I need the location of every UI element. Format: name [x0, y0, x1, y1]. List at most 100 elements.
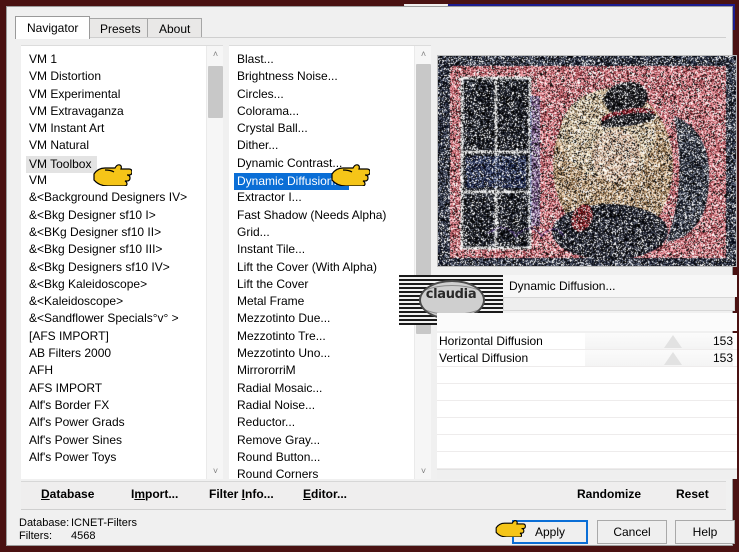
category-item[interactable]: AFS IMPORT — [26, 380, 205, 397]
filter-item[interactable]: Metal Frame — [234, 293, 413, 310]
category-item[interactable]: VM Experimental — [26, 86, 205, 103]
filter-item[interactable]: Dynamic Contrast... — [234, 155, 413, 172]
category-item[interactable]: Alf's Power Sines — [26, 432, 205, 449]
filter-item[interactable]: Crystal Ball... — [234, 120, 413, 137]
parameter-row[interactable]: Horizontal Diffusion 153 — [437, 333, 737, 350]
filter-list-scrollbar[interactable]: ˄ ˅ — [414, 46, 431, 479]
filter-item[interactable]: Circles... — [234, 86, 413, 103]
filter-item[interactable]: Radial Mosaic... — [234, 380, 413, 397]
filter-item[interactable]: Grid... — [234, 224, 413, 241]
status-database-key: Database: — [19, 517, 71, 529]
category-item[interactable]: AFH — [26, 362, 205, 379]
filter-list-items[interactable]: Blast... Brightness Noise... Circles... Col… — [229, 46, 413, 479]
scroll-up-icon[interactable]: ˄ — [415, 46, 431, 63]
application-window: Filters Unlimited 2.0 Navigator Presets … — [0, 0, 739, 552]
editor-button[interactable]: Editor... — [303, 487, 347, 501]
status-database-row: Database: ICNET-Filters — [19, 517, 137, 529]
scroll-up-icon[interactable]: ˄ — [207, 46, 223, 63]
filter-item[interactable]: Radial Noise... — [234, 397, 413, 414]
filter-item[interactable]: Mezzotinto Tre... — [234, 328, 413, 345]
tab-navigator[interactable]: Navigator — [15, 16, 90, 39]
parameter-slider-track[interactable] — [585, 350, 733, 366]
category-item[interactable]: Alf's Power Toys — [26, 449, 205, 466]
category-item[interactable]: VM Extravaganza — [26, 103, 205, 120]
import-label: port... — [145, 487, 178, 501]
cancel-button[interactable]: Cancel — [597, 520, 667, 544]
parameter-rows[interactable]: Horizontal Diffusion 153 Vertical Diffusio… — [437, 333, 737, 477]
filter-item[interactable]: MirrororriM — [234, 362, 413, 379]
category-item[interactable]: VM Toolbox — [26, 156, 97, 173]
filter-item[interactable]: Fast Shadow (Needs Alpha) — [234, 207, 413, 224]
watermark-text: claudia — [399, 287, 503, 302]
filter-item[interactable]: Dynamic Diffusion... — [234, 173, 349, 190]
category-item[interactable]: &<BKg Designer sf10 II> — [26, 224, 205, 241]
randomize-button[interactable]: Randomize — [577, 487, 641, 501]
parameter-row-empty — [437, 452, 737, 469]
filter-item[interactable]: Round Button... — [234, 449, 413, 466]
filter-item[interactable]: Dither... — [234, 137, 413, 154]
filter-info-button[interactable]: Filter Info... — [209, 487, 274, 501]
category-item[interactable]: &<Bkg Designers sf10 IV> — [26, 259, 205, 276]
filter-info-label: nfo... — [245, 487, 274, 501]
tab-presets[interactable]: Presets — [88, 18, 153, 38]
parameter-row-empty — [437, 435, 737, 452]
category-item[interactable]: AB Filters 2000 — [26, 345, 205, 362]
tab-underline — [15, 37, 726, 38]
filter-item[interactable]: Brightness Noise... — [234, 68, 413, 85]
scroll-down-icon[interactable]: ˅ — [207, 463, 223, 479]
scrollbar-thumb[interactable] — [208, 66, 223, 118]
parameter-preset-slot[interactable] — [503, 297, 735, 311]
filter-item[interactable]: Lift the Cover — [234, 276, 413, 293]
filter-item[interactable]: Mezzotinto Due... — [234, 310, 413, 327]
filter-item[interactable]: Instant Tile... — [234, 241, 413, 258]
parameter-row-empty — [437, 401, 737, 418]
category-list[interactable]: VM 1 VM Distortion VM Experimental VM Extra… — [21, 45, 223, 479]
filter-item[interactable]: Reductor... — [234, 414, 413, 431]
parameter-header: Dynamic Diffusion... — [503, 275, 737, 297]
category-item[interactable]: &<Bkg Kaleidoscope> — [26, 276, 205, 293]
tab-about[interactable]: About — [147, 18, 202, 38]
category-item[interactable]: &<Bkg Designer sf10 III> — [26, 241, 205, 258]
category-item[interactable]: VM — [26, 172, 205, 189]
parameter-slider-thumb[interactable] — [664, 352, 682, 365]
category-item[interactable]: Alf's Border FX — [26, 397, 205, 414]
scroll-down-icon[interactable]: ˅ — [415, 463, 431, 479]
parameter-slider-track[interactable] — [585, 333, 733, 349]
category-item[interactable]: &<Sandflower Specials°v° > — [26, 310, 205, 327]
category-item[interactable]: [AFS IMPORT] — [26, 328, 205, 345]
category-item[interactable]: VM Natural — [26, 137, 205, 154]
parameter-slider-thumb[interactable] — [664, 335, 682, 348]
filter-item[interactable]: Lift the Cover (With Alpha) — [234, 259, 413, 276]
category-list-items[interactable]: VM 1 VM Distortion VM Experimental VM Extra… — [21, 46, 205, 479]
filter-item[interactable]: Blast... — [234, 51, 413, 68]
category-item[interactable]: VM 1 — [26, 51, 205, 68]
database-button[interactable]: Database — [41, 487, 94, 501]
status-filters-value: 4568 — [71, 530, 95, 542]
preview-canvas[interactable] — [438, 56, 737, 267]
filter-item[interactable]: Colorama... — [234, 103, 413, 120]
category-item[interactable]: &<Kaleidoscope> — [26, 293, 205, 310]
category-item[interactable]: Alf's Power Grads — [26, 414, 205, 431]
category-item[interactable]: &<Bkg Designer sf10 I> — [26, 207, 205, 224]
category-item[interactable]: VM Instant Art — [26, 120, 205, 137]
status-filters-row: Filters: 4568 — [19, 530, 95, 542]
category-item[interactable]: VM Distortion — [26, 68, 205, 85]
filter-item[interactable]: Mezzotinto Uno... — [234, 345, 413, 362]
parameter-row-empty — [437, 367, 737, 384]
apply-button[interactable]: Apply — [512, 520, 588, 544]
tab-strip: Navigator Presets About — [15, 16, 726, 38]
category-item[interactable]: &<Background Designers IV> — [26, 189, 205, 206]
reset-button[interactable]: Reset — [676, 487, 709, 501]
parameter-row[interactable]: Vertical Diffusion 153 — [437, 350, 737, 367]
filter-preview[interactable] — [437, 55, 737, 267]
parameter-spacer — [437, 313, 737, 331]
filter-list[interactable]: Blast... Brightness Noise... Circles... Col… — [229, 45, 431, 479]
parameter-footer — [437, 469, 737, 479]
filter-item[interactable]: Round Corners — [234, 466, 413, 479]
filter-item[interactable]: Remove Gray... — [234, 432, 413, 449]
parameter-row-empty — [437, 418, 737, 435]
filter-item[interactable]: Extractor I... — [234, 189, 413, 206]
import-button[interactable]: Import... — [131, 487, 178, 501]
help-button[interactable]: Help — [675, 520, 735, 544]
category-list-scrollbar[interactable]: ˄ ˅ — [206, 46, 223, 479]
